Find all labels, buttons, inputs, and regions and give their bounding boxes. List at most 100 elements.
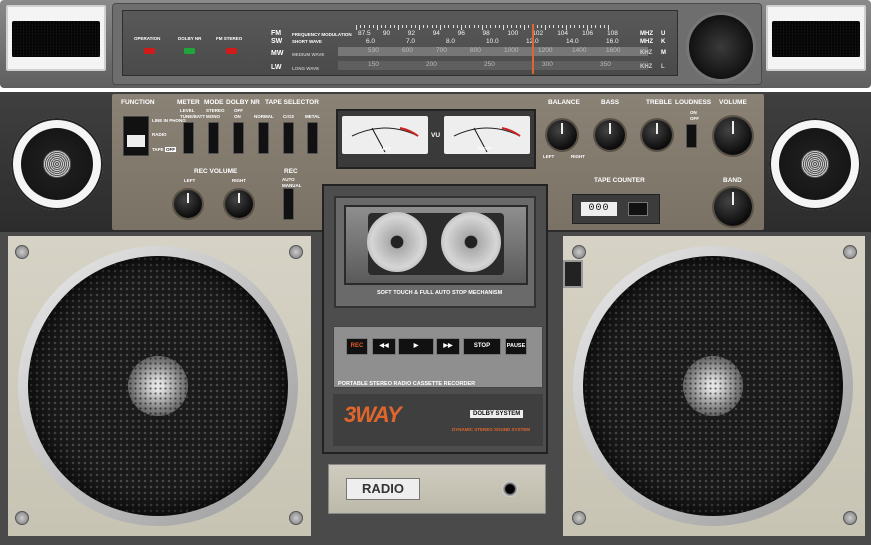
scale-tick [431,25,433,28]
scale-tick [435,25,437,28]
function-switch[interactable] [123,116,149,156]
scale-number: 600 [402,47,413,54]
dolby-system-badge: DOLBY SYSTEM [470,410,524,418]
scale-tick [540,25,542,28]
rec-mode-switch[interactable] [283,188,294,220]
scale-tick [515,25,517,28]
counter-reset-button[interactable] [628,202,648,216]
rec-volume-left-knob[interactable] [174,190,202,218]
rec-button[interactable]: REC [346,338,368,355]
scale-tick [356,25,357,30]
scale-number: 94 [432,30,440,37]
screw [572,245,586,259]
fm-band-label: FM [271,30,282,37]
scale-tick [482,25,483,30]
balance-knob[interactable] [547,120,577,150]
scale-tick [570,25,572,28]
scale-tick [377,25,378,30]
scale-tick [587,25,588,30]
loudness-switch[interactable] [686,124,697,148]
loudness-opt-off: OFF [690,116,699,121]
tape-normal-switch[interactable] [258,122,269,154]
function-opt-radio: RADIO [152,132,167,137]
rec-volume-right-knob[interactable] [225,190,253,218]
right-woofer [573,246,853,526]
scale-tick [389,25,391,28]
scale-tick [486,25,488,28]
vu-label: VU [431,132,441,139]
rec-opt-auto: AUTO [282,177,295,182]
screw [572,511,586,525]
scale-tick [608,25,609,30]
volume-knob[interactable] [714,117,752,155]
loudness-opt-on: ON [690,110,697,115]
lw-band-label: LW [271,64,282,71]
band-label: BAND [723,177,742,184]
side-switch[interactable] [563,260,583,288]
scale-tick [477,25,479,28]
left-mid-speaker [11,118,103,210]
scale-number: 200 [426,61,437,68]
bass-knob[interactable] [595,120,625,150]
screw [843,511,857,525]
scale-tick [599,25,601,28]
brand-logo: 3WAY [344,402,402,427]
scale-number: 700 [436,47,447,54]
rec-label: REC [284,168,298,175]
scale-tick [511,25,513,28]
scale-number: 6.0 [366,38,376,45]
mode-opt-mono: MONO [206,114,220,119]
scale-tick [448,25,450,28]
balance-right-label: RIGHT [571,154,585,159]
sw-desc: SHORT WAVE [292,39,322,44]
meter-switch[interactable] [183,122,194,154]
scale-tick [553,25,555,28]
lw-band-letter: L [661,64,665,70]
loudness-label: LOUDNESS [675,99,712,106]
scale-tick [427,25,429,28]
screw [843,245,857,259]
scale-tick [440,25,441,30]
stop-button[interactable]: STOP [463,338,501,355]
play-button[interactable]: ▶ [398,338,434,355]
scale-tick [498,25,500,28]
dolby-switch[interactable] [233,122,244,154]
treble-label: TREBLE [646,99,672,106]
mode-switch[interactable] [208,122,219,154]
dolby-opt-off: OFF [234,108,243,113]
scale-tick [402,25,404,28]
scale-tick [578,25,580,28]
scale-tick [595,25,597,28]
scale-tick [398,25,399,30]
treble-knob[interactable] [642,120,672,150]
transport-panel [333,326,543,388]
tape-metal-switch[interactable] [307,122,318,154]
mw-band-label: MW [271,50,284,57]
fast-forward-button[interactable]: ▶▶ [436,338,460,355]
scale-number: 150 [368,61,379,68]
scale-number: 92 [407,30,416,37]
scale-number: 300 [542,61,553,68]
dolby-label: DOLBY NR [226,99,260,106]
tape-opt-normal: NORMAL [254,114,274,119]
pause-button[interactable]: PAUSE [505,338,527,355]
scale-tick [524,25,525,30]
scale-tick [574,25,576,28]
tape-cro2-switch[interactable] [283,122,294,154]
fm-band-letter: U [661,31,666,37]
sw-units: MHZ [640,39,653,45]
radio-badge: RADIO [346,478,420,500]
scale-number: 87.5 [358,30,371,37]
left-woofer [18,246,298,526]
headphone-jack-icon[interactable] [502,481,518,497]
scale-tick [360,25,362,28]
scale-tick [385,25,387,28]
rewind-button[interactable]: ◀◀ [372,338,396,355]
tape-counter-label: TAPE COUNTER [594,177,645,184]
band-knob[interactable] [714,188,752,226]
scale-number: 104 [557,30,569,37]
rec-left-label: LEFT [184,178,196,183]
scale-tick [557,25,559,28]
vu-left-label: LEFT [380,146,392,151]
tuning-knob[interactable] [686,12,756,82]
